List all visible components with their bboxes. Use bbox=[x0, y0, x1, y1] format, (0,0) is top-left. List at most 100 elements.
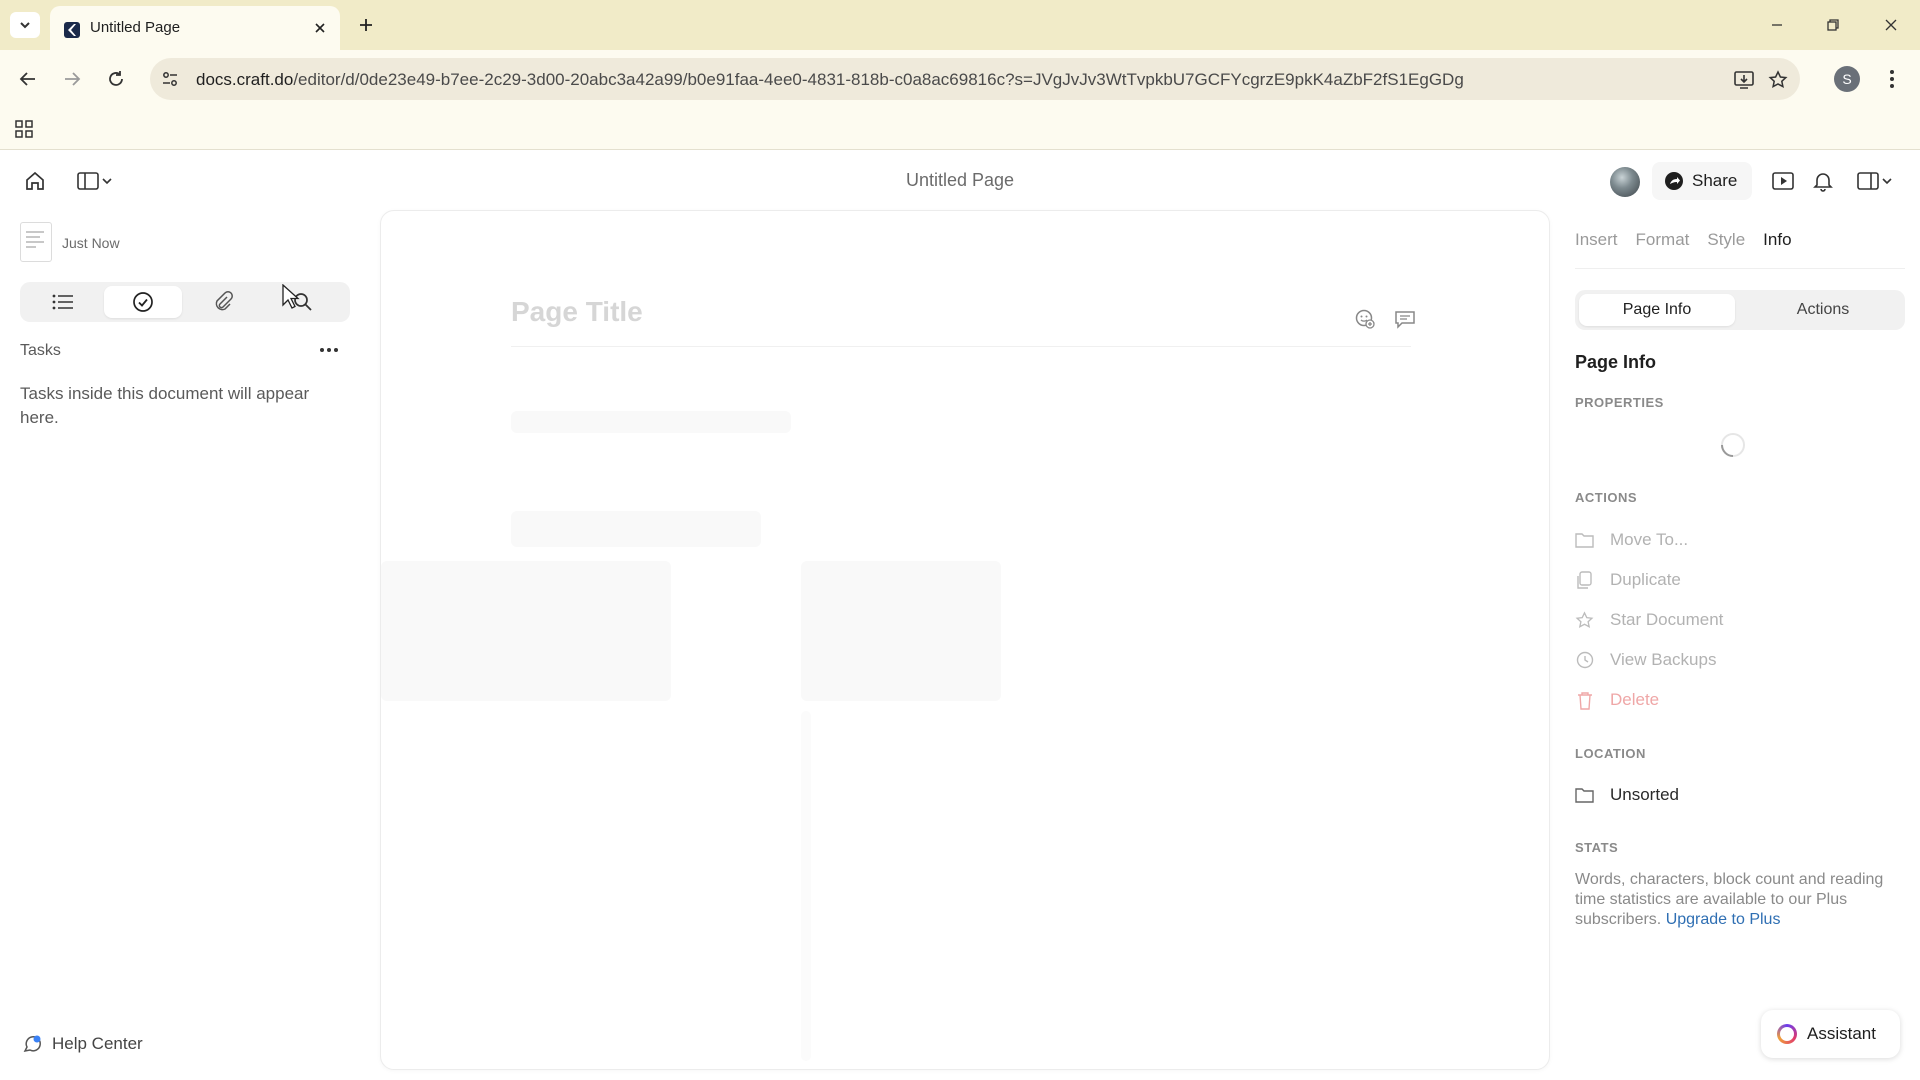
location-folder[interactable]: Unsorted bbox=[1575, 785, 1679, 805]
home-button[interactable] bbox=[20, 166, 50, 196]
tasks-empty-message: Tasks inside this document will appear h… bbox=[20, 384, 310, 427]
properties-label: PROPERTIES bbox=[1575, 395, 1664, 410]
browser-menu-button[interactable] bbox=[1880, 66, 1904, 92]
loading-spinner-icon bbox=[1721, 433, 1745, 457]
stats-description: Words, characters, block count and readi… bbox=[1575, 870, 1895, 930]
list-icon bbox=[52, 294, 73, 310]
bookmarks-bar bbox=[0, 108, 1920, 150]
title-divider bbox=[511, 346, 1411, 347]
upgrade-link[interactable]: Upgrade to Plus bbox=[1666, 911, 1781, 928]
reload-button[interactable] bbox=[102, 65, 130, 93]
craft-favicon-icon bbox=[64, 22, 80, 38]
tab-style[interactable]: Style bbox=[1707, 230, 1745, 250]
bell-icon bbox=[1813, 173, 1833, 192]
page-title-placeholder[interactable]: Page Title bbox=[511, 296, 643, 328]
url-text: docs.craft.do/editor/d/0de23e49-b7ee-2c2… bbox=[196, 70, 1464, 90]
info-segmented-control: Page Info Actions bbox=[1575, 290, 1905, 330]
document-editor[interactable]: Page Title bbox=[380, 210, 1550, 1070]
check-circle-icon bbox=[133, 292, 153, 312]
home-icon bbox=[26, 171, 44, 190]
present-button[interactable] bbox=[1768, 166, 1798, 196]
browser-tab-bar: Untitled Page bbox=[0, 0, 1920, 50]
arrow-left-icon bbox=[19, 72, 35, 86]
star-document-action[interactable]: Star Document bbox=[1575, 608, 1723, 632]
back-button[interactable] bbox=[14, 65, 42, 93]
tune-icon bbox=[163, 72, 177, 86]
add-icon-button[interactable] bbox=[1353, 307, 1377, 331]
browser-toolbar: docs.craft.do/editor/d/0de23e49-b7ee-2c2… bbox=[0, 50, 1920, 108]
address-bar[interactable]: docs.craft.do/editor/d/0de23e49-b7ee-2c2… bbox=[150, 58, 1800, 100]
view-backups-label: View Backups bbox=[1610, 650, 1717, 669]
tab-info[interactable]: Info bbox=[1763, 230, 1791, 250]
stats-label: STATS bbox=[1575, 840, 1619, 855]
help-icon bbox=[23, 1035, 41, 1053]
folder-icon bbox=[1575, 533, 1594, 548]
restore-icon bbox=[1827, 19, 1839, 31]
search-tab[interactable] bbox=[264, 286, 342, 318]
actions-label: ACTIONS bbox=[1575, 490, 1637, 505]
move-to-action[interactable]: Move To... bbox=[1575, 528, 1688, 552]
delete-label: Delete bbox=[1610, 690, 1660, 709]
tab-title: Untitled Page bbox=[90, 19, 181, 36]
star-document-label: Star Document bbox=[1610, 610, 1724, 629]
browser-tab-active[interactable]: Untitled Page bbox=[50, 6, 340, 50]
history-icon bbox=[1576, 651, 1593, 669]
placeholder-block bbox=[381, 561, 671, 701]
profile-avatar[interactable]: S bbox=[1834, 66, 1860, 92]
comment-icon bbox=[1395, 311, 1415, 329]
grid-icon bbox=[15, 120, 33, 138]
tab-search-button[interactable] bbox=[10, 12, 40, 38]
arrow-right-icon bbox=[65, 72, 81, 86]
view-backups-action[interactable]: View Backups bbox=[1575, 648, 1716, 672]
bookmark-star-button[interactable] bbox=[1766, 68, 1790, 92]
tasks-heading: Tasks bbox=[20, 342, 61, 359]
last-edited-label: Just Now bbox=[62, 235, 120, 251]
reload-icon bbox=[109, 71, 123, 86]
inspector-divider bbox=[1575, 268, 1905, 269]
inspector-tabs: Insert Format Style Info bbox=[1575, 230, 1792, 250]
attachments-tab[interactable] bbox=[184, 286, 262, 318]
user-avatar[interactable] bbox=[1610, 167, 1640, 197]
help-center-label: Help Center bbox=[52, 1034, 143, 1053]
move-to-label: Move To... bbox=[1610, 530, 1689, 549]
duplicate-icon bbox=[1577, 570, 1592, 589]
close-icon bbox=[1885, 19, 1897, 31]
url-host: docs.craft.do bbox=[196, 70, 294, 89]
inspector-toggle-button[interactable] bbox=[1850, 166, 1900, 196]
forward-button[interactable] bbox=[58, 65, 86, 93]
close-icon bbox=[315, 23, 325, 33]
duplicate-label: Duplicate bbox=[1610, 570, 1681, 589]
minimize-button[interactable] bbox=[1762, 12, 1792, 38]
share-label: Share bbox=[1692, 171, 1738, 190]
install-app-button[interactable] bbox=[1732, 68, 1756, 92]
delete-action[interactable]: Delete bbox=[1575, 688, 1659, 712]
apps-button[interactable] bbox=[12, 117, 36, 141]
tasks-more-button[interactable] bbox=[314, 340, 344, 360]
duplicate-action[interactable]: Duplicate bbox=[1575, 568, 1681, 592]
tab-format[interactable]: Format bbox=[1636, 230, 1690, 250]
site-info-button[interactable] bbox=[160, 69, 180, 89]
restore-button[interactable] bbox=[1818, 12, 1848, 38]
outline-tab[interactable] bbox=[24, 286, 102, 318]
tab-insert[interactable]: Insert bbox=[1575, 230, 1618, 250]
panel-right-icon bbox=[1857, 172, 1879, 190]
new-tab-button[interactable] bbox=[354, 13, 378, 37]
page-info-segment[interactable]: Page Info bbox=[1579, 294, 1735, 326]
plus-icon bbox=[360, 19, 372, 31]
notifications-button[interactable] bbox=[1808, 166, 1838, 196]
share-button[interactable]: Share bbox=[1652, 162, 1752, 200]
help-center-link[interactable]: Help Center bbox=[22, 1034, 143, 1054]
document-title[interactable]: Untitled Page bbox=[906, 170, 1014, 190]
document-thumbnail[interactable] bbox=[20, 222, 52, 262]
tab-close-button[interactable] bbox=[310, 18, 330, 38]
sidebar-toggle-button[interactable] bbox=[70, 166, 120, 196]
trash-icon bbox=[1577, 691, 1592, 710]
more-vertical-icon bbox=[1890, 70, 1894, 88]
tasks-tab[interactable] bbox=[104, 286, 182, 318]
close-window-button[interactable] bbox=[1876, 12, 1906, 38]
comment-button[interactable] bbox=[1393, 307, 1417, 331]
assistant-button[interactable]: Assistant bbox=[1761, 1010, 1900, 1058]
folder-icon bbox=[1575, 788, 1594, 803]
actions-segment[interactable]: Actions bbox=[1745, 294, 1901, 326]
placeholder-block bbox=[801, 561, 1001, 701]
